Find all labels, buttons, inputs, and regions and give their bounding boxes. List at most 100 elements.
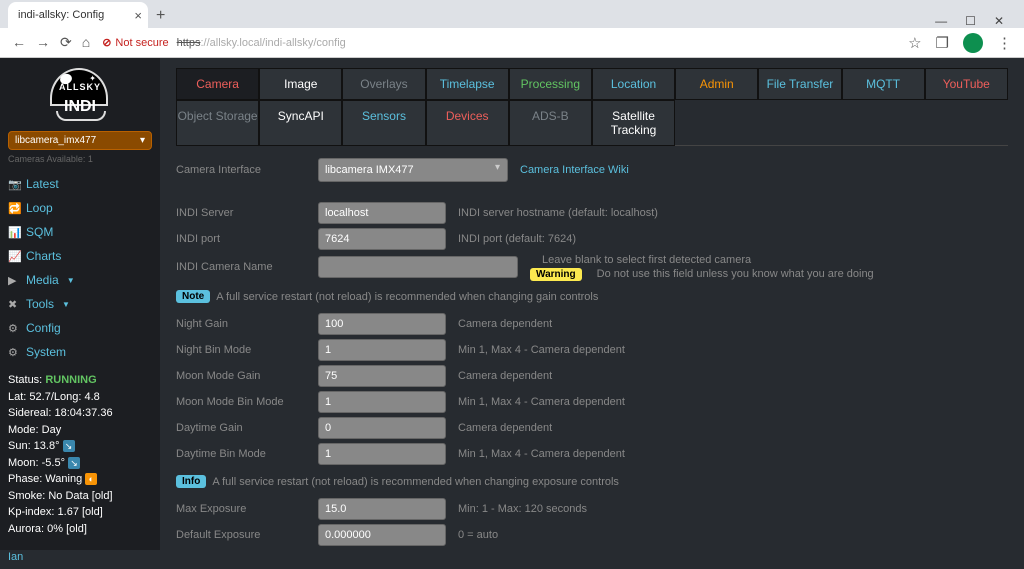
day_gain-hint: Camera dependent [458, 422, 552, 434]
day_bin-input[interactable] [318, 443, 446, 465]
day_bin-label: Daytime Bin Mode [176, 448, 318, 460]
info-text: A full service restart (not reload) is r… [212, 476, 619, 488]
max_exp-label: Max Exposure [176, 503, 318, 515]
tab-image[interactable]: Image [259, 68, 342, 100]
night_bin-hint: Min 1, Max 4 - Camera dependent [458, 344, 625, 356]
note-badge: Note [176, 290, 210, 303]
profile-avatar[interactable] [963, 33, 983, 53]
def_exp-hint: 0 = auto [458, 529, 498, 541]
indi-port-input[interactable] [318, 228, 446, 250]
sidebar-nav: 📷Latest 🔁 Loop 📊SQM📈Charts▶Media▼✖Tools▼ ⚙ Co… [8, 172, 152, 364]
moon_bin-hint: Min 1, Max 4 - Camera dependent [458, 396, 625, 408]
loop-icon: 🔁 [8, 202, 20, 215]
tab-location[interactable]: Location [592, 68, 675, 100]
config-icon: ⚙ [8, 322, 20, 335]
camera-interface-wiki-link[interactable]: Camera Interface Wiki [520, 164, 629, 176]
day_gain-label: Daytime Gain [176, 422, 318, 434]
tab-file-transfer[interactable]: File Transfer [758, 68, 841, 100]
tab-sensors[interactable]: Sensors [342, 100, 425, 146]
camera-interface-select[interactable]: libcamera IMX477 [318, 158, 508, 182]
tab-mqtt[interactable]: MQTT [842, 68, 925, 100]
menu-icon[interactable]: ⋮ [997, 34, 1012, 52]
indi-server-label: INDI Server [176, 207, 318, 219]
status-sun: Sun: 13.8° [8, 440, 60, 452]
sidebar-item-charts[interactable]: 📈Charts [8, 244, 152, 268]
note-text: A full service restart (not reload) is r… [216, 291, 598, 303]
sidebar-item-sqm[interactable]: 📊SQM [8, 220, 152, 244]
tab-timelapse[interactable]: Timelapse [426, 68, 509, 100]
main-content: CameraImageOverlaysTimelapseProcessingLo… [160, 58, 1024, 550]
indi-server-hint: INDI server hostname (default: localhost… [458, 207, 658, 219]
tools-icon: ✖ [8, 298, 20, 311]
night_gain-input[interactable] [318, 313, 446, 335]
address-bar: ← → ⟳ ⌂ ⊘Not secure https://allsky.local… [0, 28, 1024, 58]
sidebar-item-loop[interactable]: 🔁 Loop [8, 196, 152, 220]
sidebar-item-label: Config [26, 321, 61, 335]
tab-processing[interactable]: Processing [509, 68, 592, 100]
status-kp: Kp-index: 1.67 [old] [8, 504, 152, 521]
close-window-icon[interactable]: ✕ [994, 14, 1004, 28]
indi-port-hint: INDI port (default: 7624) [458, 233, 576, 245]
tab-camera[interactable]: Camera [176, 68, 259, 100]
sidebar-item-config[interactable]: ⚙ Config [8, 316, 152, 340]
moon_bin-input[interactable] [318, 391, 446, 413]
indi-server-input[interactable] [318, 202, 446, 224]
sidebar-item-system[interactable]: ⚙ System [8, 340, 152, 364]
user-link[interactable]: Ian [8, 545, 152, 569]
charts-icon: 📈 [8, 250, 20, 263]
tab-syncapi[interactable]: SyncAPI [259, 100, 342, 146]
close-icon[interactable]: × [134, 8, 142, 23]
chevron-down-icon: ▼ [67, 276, 75, 285]
tab-title: indi-allsky: Config [18, 9, 104, 21]
reload-icon[interactable]: ⟳ [60, 34, 72, 51]
def_exp-input[interactable] [318, 524, 446, 546]
sidebar-item-label: System [26, 345, 66, 359]
sidebar-item-media[interactable]: ▶Media▼ [8, 268, 152, 292]
extensions-icon[interactable]: ❐ [936, 34, 949, 52]
back-icon[interactable]: ← [12, 34, 26, 51]
forward-icon[interactable]: → [36, 34, 50, 51]
star-icon[interactable]: ☆ [908, 34, 921, 52]
night_bin-input[interactable] [318, 339, 446, 361]
url-box[interactable]: ⊘Not secure https://allsky.local/indi-al… [102, 36, 896, 49]
new-tab-button[interactable]: + [148, 4, 173, 28]
maximize-icon[interactable]: ☐ [965, 14, 976, 28]
tab-youtube[interactable]: YouTube [925, 68, 1008, 100]
sidebar: ✦ ALLSKY INDI libcamera_imx477 ▾ Cameras… [0, 58, 160, 550]
home-icon[interactable]: ⌂ [82, 34, 90, 51]
camera-select-button[interactable]: libcamera_imx477 ▾ [8, 131, 152, 150]
indi-camera-input[interactable] [318, 256, 518, 278]
warning-badge: Warning [530, 268, 582, 281]
indi-camera-hint: Leave blank to select first detected cam… [542, 254, 874, 266]
sun-badge-icon: ↘ [63, 440, 75, 452]
moon_gain-input[interactable] [318, 365, 446, 387]
status-smoke: Smoke: No Data [old] [8, 488, 152, 505]
def_exp-label: Default Exposure [176, 529, 318, 541]
browser-tab[interactable]: indi-allsky: Config × [8, 2, 148, 28]
sidebar-item-latest[interactable]: 📷Latest [8, 172, 152, 196]
sidebar-item-tools[interactable]: ✖Tools▼ [8, 292, 152, 316]
minimize-icon[interactable]: — [935, 14, 947, 28]
sidebar-item-label: Loop [26, 201, 53, 215]
url-text: https://allsky.local/indi-allsky/config [177, 37, 346, 49]
tab-ads-b[interactable]: ADS-B [509, 100, 592, 146]
moon-badge-icon: ↘ [68, 457, 80, 469]
moon_gain-label: Moon Mode Gain [176, 370, 318, 382]
indi-camera-warning: Do not use this field unless you know wh… [594, 268, 874, 280]
not-secure-icon: ⊘ [102, 36, 111, 49]
moon_gain-hint: Camera dependent [458, 370, 552, 382]
day_gain-input[interactable] [318, 417, 446, 439]
latest-icon: 📷 [8, 178, 20, 191]
status-aurora: Aurora: 0% [old] [8, 521, 152, 538]
system-icon: ⚙ [8, 346, 20, 359]
tab-object-storage[interactable]: Object Storage [176, 100, 259, 146]
tab-overlays[interactable]: Overlays [342, 68, 425, 100]
tab-devices[interactable]: Devices [426, 100, 509, 146]
max_exp-input[interactable] [318, 498, 446, 520]
window-controls: — ☐ ✕ [923, 14, 1016, 28]
day_bin-hint: Min 1, Max 4 - Camera dependent [458, 448, 625, 460]
tab-admin[interactable]: Admin [675, 68, 758, 100]
camera-name: libcamera_imx477 [15, 135, 96, 146]
tab-satellite-tracking[interactable]: Satellite Tracking [592, 100, 675, 146]
sidebar-item-label: SQM [26, 225, 53, 239]
